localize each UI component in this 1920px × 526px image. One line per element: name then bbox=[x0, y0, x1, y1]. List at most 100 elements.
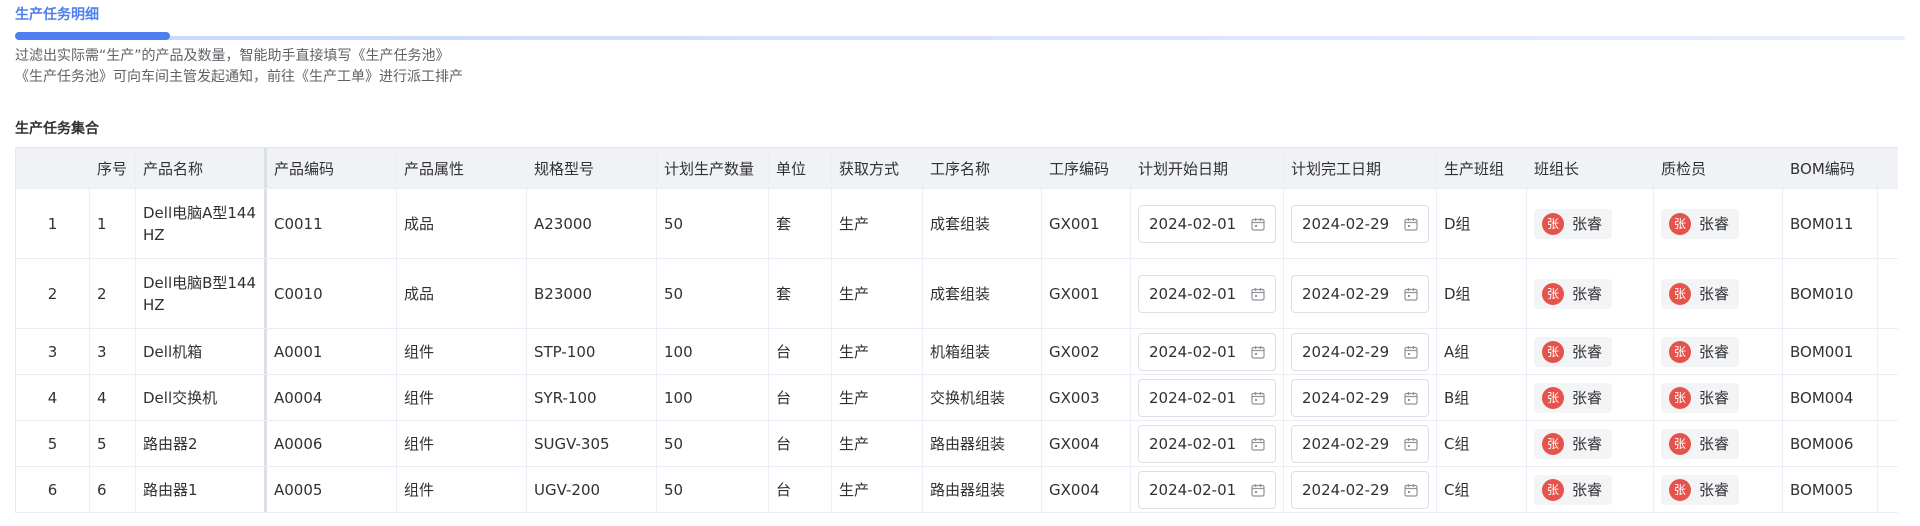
cell-bom: BOM005 bbox=[1783, 467, 1878, 512]
inspector-name: 张睿 bbox=[1699, 481, 1730, 499]
plan-end-date-picker[interactable]: 2024-02-29 bbox=[1291, 274, 1429, 313]
cell-team: B组 bbox=[1437, 375, 1527, 420]
cell-plan-qty: 50 bbox=[657, 259, 769, 328]
table-header: 序号 产品名称 产品编码 产品属性 规格型号 计划生产数量 单位 获取方式 工序… bbox=[16, 148, 1898, 189]
tab-active-indicator bbox=[15, 32, 170, 40]
plan-end-date-picker[interactable]: 2024-02-29 bbox=[1291, 378, 1429, 417]
plan-start-date-value: 2024-02-01 bbox=[1149, 480, 1237, 499]
cell-index: 4 bbox=[16, 375, 90, 420]
plan-start-date-picker[interactable]: 2024-02-01 bbox=[1138, 274, 1276, 313]
cell-acquire: 生产 bbox=[832, 421, 923, 466]
cell-seq: 5 bbox=[90, 421, 136, 466]
cell-product-name: Dell电脑A型144HZ bbox=[136, 189, 267, 258]
leader-tag[interactable]: 张 张睿 bbox=[1534, 278, 1613, 309]
calendar-icon bbox=[1251, 437, 1265, 451]
plan-end-date-value: 2024-02-29 bbox=[1302, 284, 1390, 303]
inspector-tag[interactable]: 张 张睿 bbox=[1661, 474, 1740, 505]
plan-end-date-value: 2024-02-29 bbox=[1302, 434, 1390, 453]
plan-end-date-picker[interactable]: 2024-02-29 bbox=[1291, 470, 1429, 509]
cell-index: 3 bbox=[16, 329, 90, 374]
plan-end-date-picker[interactable]: 2024-02-29 bbox=[1291, 332, 1429, 371]
cell-process-code: GX002 bbox=[1042, 329, 1131, 374]
cell-unit: 台 bbox=[769, 467, 832, 512]
cell-process-name: 路由器组装 bbox=[923, 467, 1042, 512]
description: 过滤出实际需“生产”的产品及数量，智能助手直接填写《生产任务池》 《生产任务池》… bbox=[15, 46, 463, 88]
header-process-name: 工序名称 bbox=[923, 148, 1042, 188]
plan-start-date-picker[interactable]: 2024-02-01 bbox=[1138, 378, 1276, 417]
cell-inspector: 张 张睿 bbox=[1654, 189, 1783, 258]
inspector-tag[interactable]: 张 张睿 bbox=[1661, 278, 1740, 309]
cell-inspector: 张 张睿 bbox=[1654, 375, 1783, 420]
cell-unit: 台 bbox=[769, 329, 832, 374]
inspector-tag[interactable]: 张 张睿 bbox=[1661, 428, 1740, 459]
plan-end-date-value: 2024-02-29 bbox=[1302, 342, 1390, 361]
plan-start-date-picker[interactable]: 2024-02-01 bbox=[1138, 470, 1276, 509]
avatar: 张 bbox=[1542, 386, 1564, 409]
cell-process-code: GX003 bbox=[1042, 375, 1131, 420]
cell-product-code: C0010 bbox=[267, 259, 397, 328]
leader-tag[interactable]: 张 张睿 bbox=[1534, 474, 1613, 505]
cell-plan-start: 2024-02-01 bbox=[1131, 467, 1284, 512]
cell-plan-start: 2024-02-01 bbox=[1131, 189, 1284, 258]
leader-tag[interactable]: 张 张睿 bbox=[1534, 428, 1613, 459]
calendar-icon bbox=[1251, 483, 1265, 497]
cell-inspector: 张 张睿 bbox=[1654, 421, 1783, 466]
cell-product-attr: 成品 bbox=[397, 259, 527, 328]
inspector-name: 张睿 bbox=[1699, 285, 1730, 303]
inspector-tag[interactable]: 张 张睿 bbox=[1661, 336, 1740, 367]
plan-end-date-picker[interactable]: 2024-02-29 bbox=[1291, 204, 1429, 243]
calendar-icon bbox=[1404, 345, 1418, 359]
cell-leader: 张 张睿 bbox=[1527, 421, 1654, 466]
header-index bbox=[16, 148, 90, 188]
plan-end-date-value: 2024-02-29 bbox=[1302, 214, 1390, 233]
inspector-tag[interactable]: 张 张睿 bbox=[1661, 382, 1740, 413]
cell-product-name: Dell交换机 bbox=[136, 375, 267, 420]
tab-bar: 生产任务明细 bbox=[0, 0, 1920, 42]
cell-spec: STP-100 bbox=[527, 329, 657, 374]
inspector-name: 张睿 bbox=[1699, 389, 1730, 407]
cell-acquire: 生产 bbox=[832, 189, 923, 258]
header-leader: 班组长 bbox=[1527, 148, 1654, 188]
leader-name: 张睿 bbox=[1572, 435, 1603, 453]
cell-product-code: C0011 bbox=[267, 189, 397, 258]
cell-plan-end: 2024-02-29 bbox=[1284, 375, 1437, 420]
leader-name: 张睿 bbox=[1572, 285, 1603, 303]
tab-production-task-detail[interactable]: 生产任务明细 bbox=[15, 4, 99, 24]
cell-plan-end: 2024-02-29 bbox=[1284, 189, 1437, 258]
inspector-tag[interactable]: 张 张睿 bbox=[1661, 208, 1740, 239]
cell-product-code: A0004 bbox=[267, 375, 397, 420]
header-plan-end: 计划完工日期 bbox=[1284, 148, 1437, 188]
cell-leader: 张 张睿 bbox=[1527, 189, 1654, 258]
production-task-table: 序号 产品名称 产品编码 产品属性 规格型号 计划生产数量 单位 获取方式 工序… bbox=[15, 147, 1898, 513]
avatar: 张 bbox=[1669, 432, 1691, 455]
cell-product-name: Dell电脑B型144HZ bbox=[136, 259, 267, 328]
cell-product-name: Dell机箱 bbox=[136, 329, 267, 374]
header-inspector: 质检员 bbox=[1654, 148, 1783, 188]
leader-tag[interactable]: 张 张睿 bbox=[1534, 382, 1613, 413]
avatar: 张 bbox=[1669, 340, 1691, 363]
leader-tag[interactable]: 张 张睿 bbox=[1534, 208, 1613, 239]
header-product-name: 产品名称 bbox=[136, 148, 267, 188]
plan-end-date-picker[interactable]: 2024-02-29 bbox=[1291, 424, 1429, 463]
leader-tag[interactable]: 张 张睿 bbox=[1534, 336, 1613, 367]
cell-bom: BOM010 bbox=[1783, 259, 1878, 328]
cell-index: 2 bbox=[16, 259, 90, 328]
cell-product-name: 路由器1 bbox=[136, 467, 267, 512]
cell-bom: BOM001 bbox=[1783, 329, 1878, 374]
cell-product-attr: 组件 bbox=[397, 329, 527, 374]
plan-start-date-value: 2024-02-01 bbox=[1149, 342, 1237, 361]
plan-start-date-picker[interactable]: 2024-02-01 bbox=[1138, 332, 1276, 371]
plan-end-date-value: 2024-02-29 bbox=[1302, 388, 1390, 407]
calendar-icon bbox=[1251, 391, 1265, 405]
cell-plan-qty: 50 bbox=[657, 421, 769, 466]
plan-start-date-picker[interactable]: 2024-02-01 bbox=[1138, 424, 1276, 463]
header-acquire: 获取方式 bbox=[832, 148, 923, 188]
cell-product-name: 路由器2 bbox=[136, 421, 267, 466]
cell-leader: 张 张睿 bbox=[1527, 467, 1654, 512]
cell-spec: B23000 bbox=[527, 259, 657, 328]
avatar: 张 bbox=[1542, 282, 1564, 305]
leader-name: 张睿 bbox=[1572, 481, 1603, 499]
cell-team: C组 bbox=[1437, 467, 1527, 512]
plan-start-date-value: 2024-02-01 bbox=[1149, 214, 1237, 233]
plan-start-date-picker[interactable]: 2024-02-01 bbox=[1138, 204, 1276, 243]
